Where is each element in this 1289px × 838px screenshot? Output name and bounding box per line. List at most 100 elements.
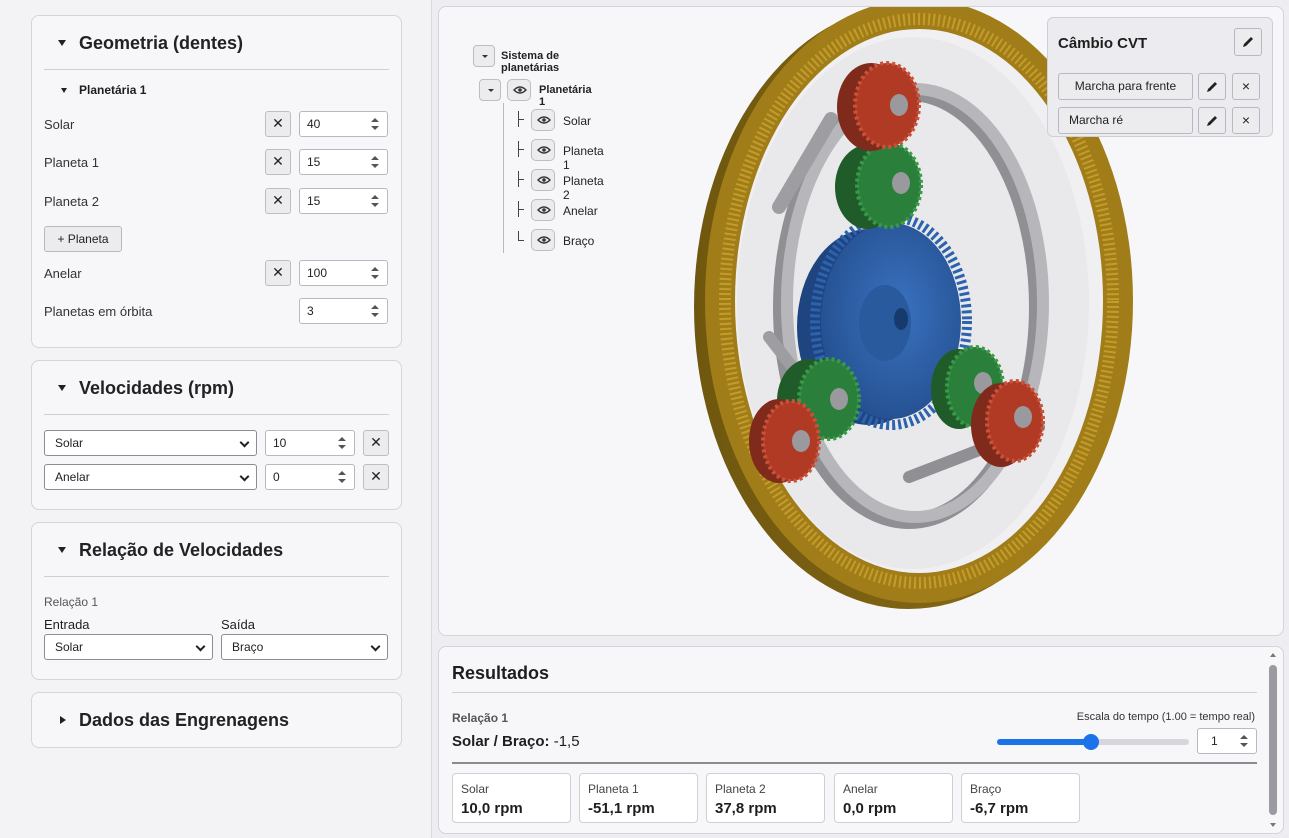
visibility-toggle[interactable] (531, 229, 555, 251)
spinner-icon[interactable] (371, 305, 379, 317)
visibility-toggle[interactable] (531, 109, 555, 131)
remove-planeta-1-button[interactable]: ✕ (265, 149, 291, 175)
select-value: Braço (232, 640, 264, 654)
stat-card-anelar: Anelar 0,0 rpm (834, 773, 953, 823)
tree-item-label: Anelar (563, 204, 598, 218)
scroll-thumb[interactable] (1269, 665, 1277, 815)
speeds-panel: Velocidades (rpm) Solar 10 ✕ Anelar 0 ✕ (31, 360, 402, 510)
tree-branch (518, 179, 524, 180)
expand-triangle-icon (60, 716, 66, 724)
geometry-header[interactable]: Geometria (dentes) (44, 16, 389, 70)
tooth-value: 100 (307, 266, 328, 280)
speed-value: 10 (273, 436, 287, 450)
edit-reverse-button[interactable] (1198, 107, 1226, 134)
results-divider (452, 692, 1257, 693)
ratio-panel: Relação de Velocidades Relação 1 Entrada… (31, 522, 402, 680)
remove-speed-1-button[interactable]: ✕ (363, 430, 389, 456)
results-divider-2 (452, 762, 1257, 764)
collapse-triangle-icon (61, 88, 67, 93)
select-value: Anelar (55, 470, 90, 484)
gear-preset-reverse[interactable]: Marcha ré (1058, 107, 1193, 134)
tooth-label-anelar: Anelar (44, 266, 82, 281)
panel-title: Relação de Velocidades (79, 540, 284, 560)
remove-reverse-button[interactable]: × (1232, 107, 1260, 134)
saida-select[interactable]: Braço (221, 634, 388, 660)
ratio-value: -1,5 (553, 733, 580, 750)
stat-label: Solar (461, 782, 490, 796)
spinner-icon[interactable] (371, 267, 379, 279)
entrada-label: Entrada (44, 617, 90, 632)
spinner-icon[interactable] (338, 437, 346, 449)
slider-thumb[interactable] (1083, 734, 1100, 750)
tree-group-visibility[interactable] (507, 79, 531, 101)
results-panel: Resultados Relação 1 Solar / Braço: -1,5… (438, 646, 1284, 834)
spinner-icon[interactable] (371, 156, 379, 168)
tree-branch (518, 119, 524, 120)
ratio-label: Solar / Braço: (452, 733, 550, 750)
tree-root-toggle[interactable] (473, 45, 495, 67)
edit-cvt-button[interactable] (1234, 28, 1262, 56)
pencil-icon (1243, 37, 1253, 47)
time-scale-input[interactable]: 1 (1197, 728, 1257, 754)
gear-data-header[interactable]: Dados das Engrenagens (44, 693, 389, 747)
tooth-value: 15 (307, 194, 321, 208)
ratio-sublabel: Relação 1 (44, 595, 99, 609)
panel-title: Velocidades (rpm) (79, 378, 235, 398)
chevron-down-icon (239, 437, 250, 448)
collapse-triangle-icon (58, 547, 66, 553)
visibility-toggle[interactable] (531, 139, 555, 161)
tooth-input-anelar[interactable]: 100 (299, 260, 388, 286)
tree-group-toggle[interactable] (479, 79, 501, 101)
tooth-input-solar[interactable]: 40 (299, 111, 388, 137)
stat-card-braco: Braço -6,7 rpm (961, 773, 1080, 823)
visibility-toggle[interactable] (531, 199, 555, 221)
tooth-value: 15 (307, 155, 321, 169)
remove-forward-button[interactable]: × (1232, 73, 1260, 100)
tooth-input-planeta-1[interactable]: 15 (299, 149, 388, 175)
speed-input-1[interactable]: 10 (265, 430, 355, 456)
saida-label: Saída (221, 617, 255, 632)
results-scrollbar[interactable] (1267, 651, 1279, 829)
speed-select-2[interactable]: Anelar (44, 464, 257, 490)
add-planet-button[interactable]: + Planeta (44, 226, 122, 252)
tree-item-label: Braço (563, 234, 595, 248)
speed-select-1[interactable]: Solar (44, 430, 257, 456)
remove-solar-button[interactable]: ✕ (265, 111, 291, 137)
spinner-icon[interactable] (1240, 735, 1248, 747)
tree-root-label: Sistema de planetárias (501, 50, 560, 74)
entrada-select[interactable]: Solar (44, 634, 213, 660)
tooth-input-planeta-2[interactable]: 15 (299, 188, 388, 214)
geometry-panel: Geometria (dentes) Planetária 1 Solar ✕ … (31, 15, 402, 348)
tree-branch (518, 240, 524, 241)
spinner-icon[interactable] (338, 471, 346, 483)
gear-preset-forward[interactable]: Marcha para frente (1058, 73, 1193, 100)
gear-viewer[interactable]: Sistema de planetárias Planetária 1 Sola… (438, 6, 1284, 636)
stat-label: Braço (970, 782, 1002, 796)
orbit-planets-input[interactable]: 3 (299, 298, 388, 324)
spinner-icon[interactable] (371, 195, 379, 207)
scroll-up-arrow-icon[interactable] (1270, 653, 1276, 657)
tree-branch (518, 149, 524, 150)
stat-label: Planeta 1 (588, 782, 639, 796)
scale-value: 1 (1211, 734, 1218, 748)
scroll-down-arrow-icon[interactable] (1270, 823, 1276, 827)
sidebar: Geometria (dentes) Planetária 1 Solar ✕ … (0, 0, 432, 838)
results-title: Resultados (452, 663, 550, 683)
pencil-icon (1207, 82, 1217, 92)
speed-input-2[interactable]: 0 (265, 464, 355, 490)
edit-forward-button[interactable] (1198, 73, 1226, 100)
remove-anelar-button[interactable]: ✕ (265, 260, 291, 286)
tree-item-label: Planeta 1 (563, 144, 604, 172)
eye-icon (537, 146, 551, 154)
time-scale-slider[interactable] (997, 734, 1189, 750)
select-value: Solar (55, 436, 84, 450)
ratio-line: Solar / Braço: -1,5 (452, 733, 580, 750)
eye-icon (513, 86, 527, 94)
remove-planeta-2-button[interactable]: ✕ (265, 188, 291, 214)
ratio-header[interactable]: Relação de Velocidades (44, 523, 389, 577)
orbit-planets-label: Planetas em órbita (44, 304, 153, 319)
speeds-header[interactable]: Velocidades (rpm) (44, 361, 389, 415)
spinner-icon[interactable] (371, 118, 379, 130)
visibility-toggle[interactable] (531, 169, 555, 191)
remove-speed-2-button[interactable]: ✕ (363, 464, 389, 490)
